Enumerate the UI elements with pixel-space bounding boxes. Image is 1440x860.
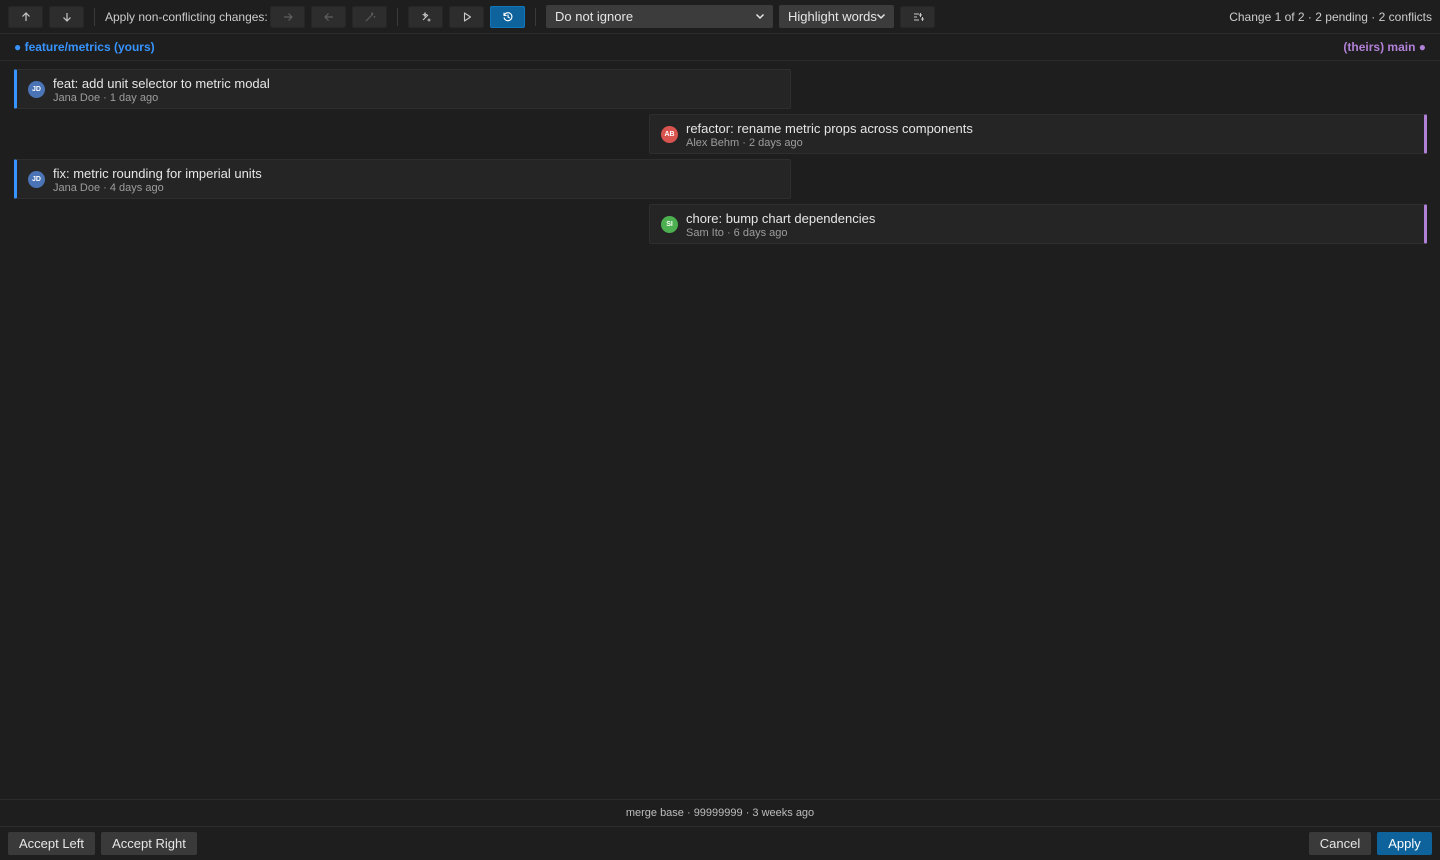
sparkle-wand-icon: [421, 11, 430, 22]
commit-title: feat: add unit selector to metric modal: [53, 76, 270, 91]
whitespace-select[interactable]: Do not ignore: [546, 5, 773, 28]
apply-left-button[interactable]: [270, 6, 305, 28]
highlight-select-value: Highlight words: [788, 9, 877, 24]
branch-theirs: (theirs) main ●: [1343, 40, 1426, 54]
accept-left-button[interactable]: Accept Left: [8, 832, 95, 855]
branch-yours: ● feature/metrics (yours): [14, 40, 155, 54]
toolbar-divider: [94, 8, 95, 26]
avatar: SI: [661, 216, 678, 233]
commit-card[interactable]: JD fix: metric rounding for imperial uni…: [14, 159, 791, 199]
commit-card[interactable]: AB refactor: rename metric props across …: [649, 114, 1427, 154]
avatar: AB: [661, 126, 678, 143]
commit-title: refactor: rename metric props across com…: [686, 121, 973, 136]
apply-right-button[interactable]: [311, 6, 346, 28]
chevron-down-icon: [876, 13, 886, 20]
previous-change-button[interactable]: [8, 6, 43, 28]
whitespace-select-value: Do not ignore: [555, 9, 634, 24]
next-change-button[interactable]: [49, 6, 84, 28]
accept-right-button[interactable]: Accept Right: [101, 832, 197, 855]
change-status: Change 1 of 2 · 2 pending · 2 conflicts: [1229, 10, 1432, 24]
commit-card[interactable]: JD feat: add unit selector to metric mod…: [14, 69, 791, 109]
cancel-button[interactable]: Cancel: [1309, 832, 1371, 855]
avatar: JD: [28, 81, 45, 98]
auto-resolve-button[interactable]: [408, 6, 443, 28]
toolbar: Apply non-conflicting changes: Do not ig…: [0, 0, 1440, 34]
run-button[interactable]: [449, 6, 484, 28]
settings-toggle-button[interactable]: [900, 6, 935, 28]
merge-base-info: merge base · 99999999 · 3 weeks ago: [0, 799, 1440, 827]
apply-non-conflicting-label: Apply non-conflicting changes:: [105, 10, 268, 24]
toolbar-divider: [397, 8, 398, 26]
toggle-settings-icon: [913, 13, 924, 21]
commit-title: chore: bump chart dependencies: [686, 211, 876, 226]
apply-all-button[interactable]: [352, 6, 387, 28]
chevron-down-icon: [755, 13, 765, 20]
toolbar-divider: [535, 8, 536, 26]
avatar: JD: [28, 171, 45, 188]
apply-button[interactable]: Apply: [1377, 832, 1432, 855]
footer: Accept Left Accept Right Cancel Apply: [0, 827, 1440, 860]
merge-base-label: merge base · 99999999 · 3 weeks ago: [625, 807, 815, 819]
history-icon: [502, 12, 512, 22]
arrow-down-icon: [62, 13, 71, 22]
arrow-left-icon: [323, 13, 333, 21]
arrow-up-icon: [21, 12, 30, 21]
history-button[interactable]: [490, 6, 525, 28]
commit-meta: Sam Ito · 6 days ago: [686, 227, 788, 239]
commit-meta: Jana Doe · 1 day ago: [53, 92, 159, 104]
branch-header: ● feature/metrics (yours) (theirs) main …: [0, 34, 1440, 61]
highlight-select[interactable]: Highlight words: [779, 5, 894, 28]
commit-card[interactable]: SI chore: bump chart dependencies Sam It…: [649, 204, 1427, 244]
commit-title: fix: metric rounding for imperial units: [53, 166, 262, 181]
commit-meta: Jana Doe · 4 days ago: [53, 182, 164, 194]
magic-wand-icon: [365, 12, 375, 22]
commit-meta: Alex Behm · 2 days ago: [686, 137, 803, 149]
arrow-right-icon: [283, 13, 293, 21]
play-icon: [463, 12, 471, 22]
